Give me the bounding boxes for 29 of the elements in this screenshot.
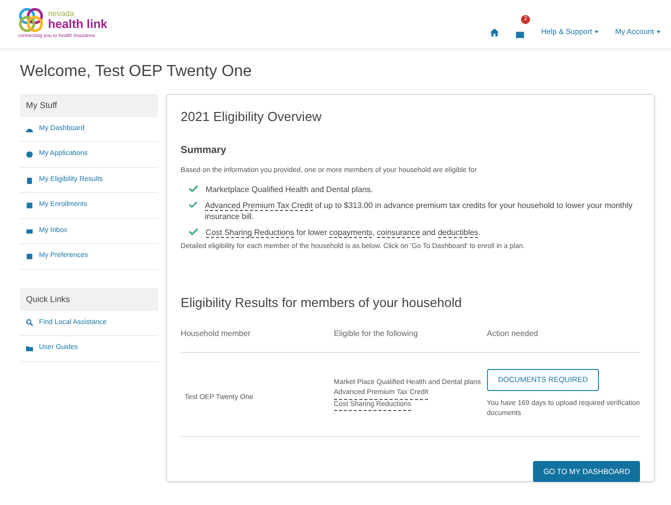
term-link[interactable]: Cost Sharing Reductions xyxy=(206,228,294,238)
home-link[interactable] xyxy=(490,26,500,38)
caret-icon xyxy=(656,30,661,34)
term-link[interactable]: coinsurance xyxy=(376,228,420,238)
bullet-text: Marketplace Qualified Health and Dental plans. xyxy=(206,184,373,196)
term-link[interactable]: deductibles xyxy=(438,228,478,238)
column-header: Household member xyxy=(180,329,250,338)
card-title: 2021 Eligibility Overview xyxy=(180,108,323,126)
column-header: Action needed xyxy=(486,329,538,338)
info-icon xyxy=(26,151,33,158)
term-link[interactable]: copayments xyxy=(329,228,372,238)
search-icon xyxy=(26,319,33,326)
caret-icon xyxy=(594,30,600,34)
clipboard-icon xyxy=(26,176,33,184)
term-link[interactable]: Advanced Premium Tax Credit xyxy=(204,200,313,211)
bullet-text: Advanced Premium Tax Credit of up to $313.00 in advance premium tax credits for your household to lower your monthly insurance bill. xyxy=(204,200,634,223)
logo-text: health link xyxy=(48,18,108,30)
column-header: Eligible for the following xyxy=(334,329,418,338)
section-heading: Quick Links xyxy=(20,288,158,310)
section-title: Eligibility Results for members of your household xyxy=(180,294,463,312)
folder-icon xyxy=(26,344,33,352)
page-title: Welcome, Test OEP Twenty One xyxy=(20,62,253,82)
bullet-text: Cost Sharing Reductions for lower copayments, coinsurance and deductibles. xyxy=(206,226,481,238)
section-heading: My Stuff xyxy=(20,94,158,117)
section-heading: Summary xyxy=(180,144,228,158)
logo-text: nevada xyxy=(48,10,76,18)
logo-icon xyxy=(18,7,44,34)
check-icon xyxy=(188,226,198,236)
home-icon xyxy=(490,28,500,37)
